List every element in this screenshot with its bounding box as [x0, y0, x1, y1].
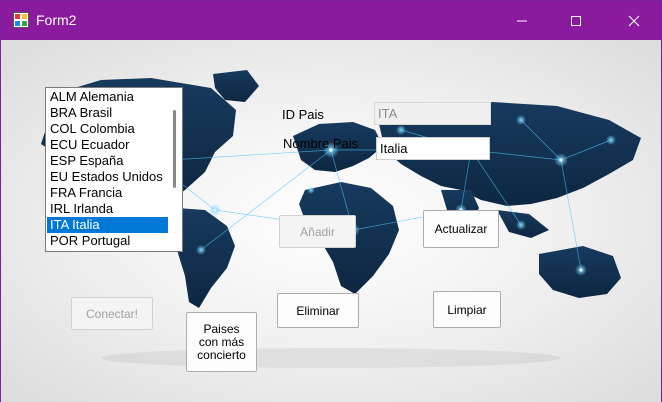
close-button[interactable] [611, 1, 657, 40]
listbox-scrollbar[interactable] [168, 88, 182, 251]
list-item[interactable]: EU Estados Unidos [47, 169, 169, 185]
minimize-button[interactable] [499, 1, 545, 40]
list-item[interactable]: IRL Irlanda [47, 201, 169, 217]
form-client-area: ALM Alemania BRA Brasil COL Colombia ECU… [1, 40, 661, 402]
concert-countries-button[interactable]: Paises con más concierto [186, 312, 257, 372]
maximize-icon [571, 15, 581, 26]
window-title: Form2 [36, 12, 77, 28]
country-listbox[interactable]: ALM Alemania BRA Brasil COL Colombia ECU… [45, 87, 183, 252]
scrollbar-thumb[interactable] [173, 110, 176, 188]
minimize-icon [517, 20, 527, 21]
list-item[interactable]: COL Colombia [47, 121, 169, 137]
list-item[interactable]: ALM Alemania [47, 89, 169, 105]
list-item[interactable]: FRA Francia [47, 185, 169, 201]
title-bar[interactable]: Form2 [1, 1, 661, 40]
clear-button[interactable]: Limpiar [433, 291, 501, 328]
id-pais-field[interactable] [374, 102, 491, 125]
id-pais-label: ID Pais [282, 107, 324, 122]
nombre-pais-label: Nombre Pais [283, 136, 359, 151]
form2-window: Form2 ALM Alemania BRA Brasil COL Colomb… [0, 0, 662, 402]
maximize-button[interactable] [553, 1, 599, 40]
list-item-selected[interactable]: ITA Italia [47, 217, 169, 233]
app-icon [13, 12, 29, 28]
list-item[interactable]: ECU Ecuador [47, 137, 169, 153]
add-button[interactable]: Añadir [279, 215, 356, 248]
close-icon [628, 15, 640, 26]
connect-button[interactable]: Conectar! [71, 297, 153, 330]
delete-button[interactable]: Eliminar [277, 293, 359, 328]
list-item[interactable]: BRA Brasil [47, 105, 169, 121]
nombre-pais-field[interactable] [376, 137, 490, 160]
list-item[interactable]: ESP España [47, 153, 169, 169]
update-button[interactable]: Actualizar [423, 210, 499, 248]
list-item[interactable]: POR Portugal [47, 233, 169, 249]
